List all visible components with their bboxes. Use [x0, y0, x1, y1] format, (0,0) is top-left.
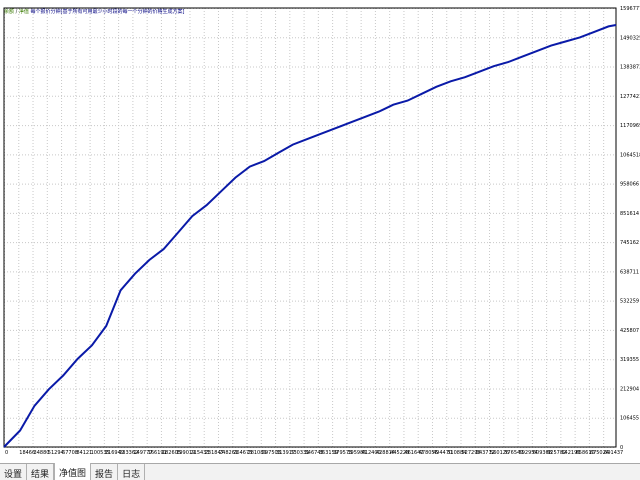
y-tick-label: 212904 [620, 386, 639, 392]
y-tick-label: 1383873 [620, 65, 640, 71]
y-tick-label: 1170969 [620, 123, 640, 129]
y-tick-label: 1277421 [620, 94, 640, 100]
plot-frame [3, 7, 617, 448]
y-tick-label: 1064518 [620, 152, 640, 158]
y-tick-label: 319355 [620, 357, 639, 363]
y-tick-label: 425807 [620, 328, 639, 334]
y-tick-label: 106455 [620, 416, 639, 422]
y-tick-label: 638711 [620, 269, 639, 275]
y-tick-label: 958066 [620, 182, 639, 188]
equity-line [3, 24, 617, 448]
y-axis-labels: 0106455212904319355425807532259638711745… [620, 6, 640, 451]
equity-chart: 0 106455 212904 319355 425807 532259 638711 745… [0, 0, 640, 463]
y-tick-label: 1596777 [620, 6, 640, 12]
chart-grid [4, 8, 616, 448]
tab-journal[interactable]: 日志 [118, 464, 146, 480]
legend-balance: 余额 [4, 9, 15, 15]
y-tick-label: 851614 [620, 211, 639, 217]
x-tick-label: 0 [5, 450, 8, 456]
y-tick-label: 532259 [620, 299, 639, 305]
legend-model: 每个报价分钟[基于所有可用最少小时段的每一个分钟的价格生成方案] [30, 9, 185, 15]
x-tick-label: 691437 [604, 450, 623, 456]
tab-results[interactable]: 结果 [27, 464, 55, 480]
tab-settings[interactable]: 设置 [0, 464, 28, 480]
y-tick-label: 745162 [620, 240, 639, 246]
chart-legend: 余额 / 净值 每个报价分钟[基于所有可用最少小时段的每一个分钟的价格生成方案] [4, 8, 184, 16]
legend-equity: 净值 [18, 9, 29, 15]
tab-report[interactable]: 报告 [91, 464, 119, 480]
tab-equity-graph[interactable]: 净值图 [54, 463, 92, 480]
x-axis-labels: 0 184663488051294677088412110053511694913… [5, 450, 623, 456]
equity-plot: 0 106455 212904 319355 425807 532259 638711 745… [3, 6, 640, 456]
tester-tab-bar: 设置 结果 净值图 报告 日志 [0, 463, 640, 480]
y-tick-label: 1490325 [620, 35, 640, 41]
